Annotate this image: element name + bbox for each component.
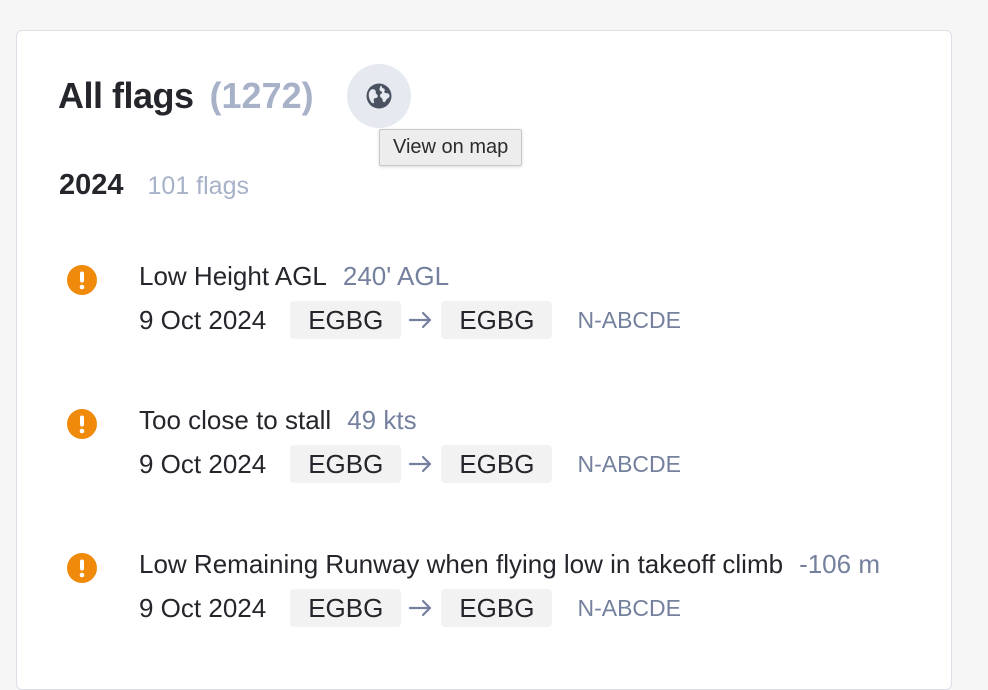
exclamation-icon bbox=[67, 409, 97, 439]
view-on-map-button[interactable] bbox=[347, 64, 411, 128]
flag-title: Low Height AGL bbox=[139, 261, 327, 291]
page-title: All flags bbox=[58, 75, 194, 116]
aircraft-registration[interactable]: N-ABCDE bbox=[577, 451, 681, 478]
arrow-right-icon bbox=[401, 454, 441, 474]
flag-meta: 9 Oct 2024 EGBG EGBG N-ABCDE bbox=[139, 589, 681, 627]
aircraft-registration[interactable]: N-ABCDE bbox=[577, 307, 681, 334]
flag-date: 9 Oct 2024 bbox=[139, 592, 267, 623]
flag-meta: 9 Oct 2024 EGBG EGBG N-ABCDE bbox=[139, 445, 681, 483]
year-group-header: 2024 101 flags bbox=[59, 169, 249, 202]
flag-title: Too close to stall bbox=[139, 405, 332, 435]
flag-meta: 9 Oct 2024 EGBG EGBG N-ABCDE bbox=[139, 301, 681, 339]
arrival-airport: EGBG bbox=[441, 445, 553, 483]
year-flag-count: 101 flags bbox=[147, 172, 249, 200]
arrival-airport: EGBG bbox=[441, 589, 553, 627]
arrow-right-icon bbox=[401, 598, 441, 618]
flag-title-row: Low Remaining Runway when flying low in … bbox=[139, 549, 880, 580]
flag-value: 240' AGL bbox=[342, 261, 450, 291]
flag-title-row: Low Height AGL 240' AGL bbox=[139, 261, 449, 292]
departure-airport: EGBG bbox=[290, 301, 402, 339]
globe-icon bbox=[366, 83, 392, 109]
aircraft-registration[interactable]: N-ABCDE bbox=[577, 595, 681, 622]
year-label: 2024 bbox=[59, 169, 124, 201]
flag-title-row: Too close to stall 49 kts bbox=[139, 405, 417, 436]
exclamation-icon bbox=[67, 265, 97, 295]
flag-date: 9 Oct 2024 bbox=[139, 448, 267, 479]
card-header: All flags (1272) bbox=[58, 64, 314, 128]
exclamation-icon bbox=[67, 553, 97, 583]
flags-card: All flags (1272) View on map 2024 101 fl… bbox=[16, 30, 952, 690]
flag-title: Low Remaining Runway when flying low in … bbox=[139, 549, 784, 579]
departure-airport: EGBG bbox=[290, 445, 402, 483]
flag-date: 9 Oct 2024 bbox=[139, 304, 267, 335]
flag-value: 49 kts bbox=[347, 405, 417, 435]
flags-total-count: (1272) bbox=[209, 75, 314, 116]
flag-value: -106 m bbox=[799, 549, 880, 579]
map-tooltip: View on map bbox=[379, 129, 523, 166]
arrival-airport: EGBG bbox=[441, 301, 553, 339]
arrow-right-icon bbox=[401, 310, 441, 330]
departure-airport: EGBG bbox=[290, 589, 402, 627]
